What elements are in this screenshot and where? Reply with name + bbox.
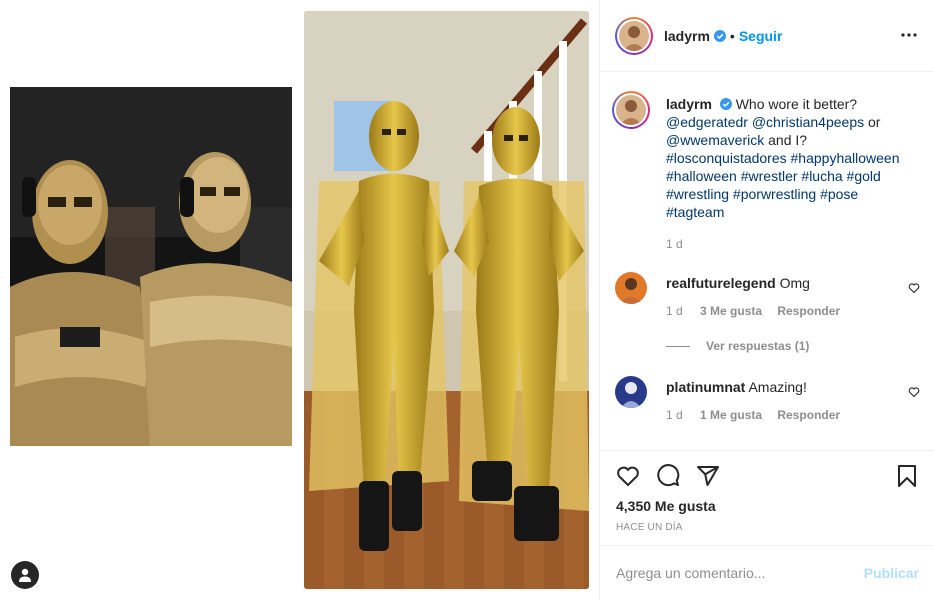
view-replies-button[interactable]: Ver respuestas (1) xyxy=(666,339,809,353)
comments-list[interactable]: ladyrm Who wore it better? @edgeratedr @… xyxy=(600,73,934,450)
post-header: ladyrm • Seguir xyxy=(600,0,934,72)
reply-button[interactable]: Responder xyxy=(777,304,840,318)
save-bookmark-icon[interactable] xyxy=(895,464,919,488)
verified-badge-icon xyxy=(713,29,726,42)
likes-count[interactable]: 4,350 Me gusta xyxy=(616,498,716,514)
like-heart-icon[interactable] xyxy=(616,464,640,488)
header-username[interactable]: ladyrm xyxy=(664,28,710,44)
comment-bubble-icon[interactable] xyxy=(656,464,680,488)
mention-link[interactable]: @christian4peeps xyxy=(752,114,864,130)
divider xyxy=(666,345,690,347)
post-actions: 4,350 Me gusta HACE UN DÍA xyxy=(600,450,934,545)
mention-link[interactable]: @wwemaverick xyxy=(666,132,764,148)
caption-text: and I? xyxy=(768,132,808,148)
comment-username[interactable]: platinumnat xyxy=(666,379,745,395)
heart-icon[interactable] xyxy=(908,386,920,398)
comment-item: realfuturelegend Omg 1 d 3 Me gusta Resp… xyxy=(615,272,920,318)
caption-username[interactable]: ladyrm xyxy=(666,96,712,112)
comment-username[interactable]: realfuturelegend xyxy=(666,275,776,291)
verified-badge-icon xyxy=(719,98,732,110)
comment-item: platinumnat Amazing! 1 d 1 Me gusta Resp… xyxy=(615,376,920,422)
person-icon xyxy=(19,568,31,582)
separator-dot: • xyxy=(729,27,735,44)
tagged-users-button[interactable] xyxy=(11,561,39,589)
more-options-icon[interactable] xyxy=(900,26,918,44)
photo-gold-costumes xyxy=(304,11,589,589)
comment-likes[interactable]: 3 Me gusta xyxy=(700,304,762,318)
heart-icon[interactable] xyxy=(908,282,920,294)
comment-text: Omg xyxy=(779,275,810,291)
comment-age[interactable]: 1 d xyxy=(666,304,683,318)
post-media[interactable] xyxy=(0,0,599,600)
post-side-panel: ladyrm • Seguir ladyrm Who wore it bette… xyxy=(599,0,934,600)
caption: ladyrm Who wore it better? @edgeratedr @… xyxy=(612,91,920,251)
comment-age[interactable]: 1 d xyxy=(666,408,683,422)
hashtag-line[interactable]: #wrestling #porwrestling #pose xyxy=(666,186,858,202)
hashtag-line[interactable]: #halloween #wrestler #lucha #gold xyxy=(666,168,881,184)
publish-button[interactable]: Publicar xyxy=(864,565,919,581)
photo-wrestlers-gold-masks xyxy=(10,87,292,446)
comment-text: Amazing! xyxy=(748,379,807,395)
add-comment-bar: Publicar xyxy=(600,545,934,600)
avatar[interactable] xyxy=(615,16,653,55)
hashtag-line[interactable]: #losconquistadores #happyhalloween xyxy=(666,150,900,166)
view-replies-label[interactable]: Ver respuestas (1) xyxy=(706,339,809,353)
comment-input[interactable] xyxy=(616,565,864,581)
caption-avatar[interactable] xyxy=(612,91,650,129)
avatar[interactable] xyxy=(615,272,647,304)
comment-likes[interactable]: 1 Me gusta xyxy=(700,408,762,422)
post-timestamp[interactable]: HACE UN DÍA xyxy=(616,522,683,533)
avatar[interactable] xyxy=(615,376,647,408)
reply-button[interactable]: Responder xyxy=(777,408,840,422)
follow-button[interactable]: Seguir xyxy=(739,28,783,44)
caption-age[interactable]: 1 d xyxy=(666,237,683,251)
caption-text: or xyxy=(868,114,881,130)
share-send-icon[interactable] xyxy=(696,464,720,488)
hashtag-line[interactable]: #tagteam xyxy=(666,204,724,220)
caption-text: Who wore it better? xyxy=(735,96,858,112)
mention-link[interactable]: @edgeratedr xyxy=(666,114,748,130)
